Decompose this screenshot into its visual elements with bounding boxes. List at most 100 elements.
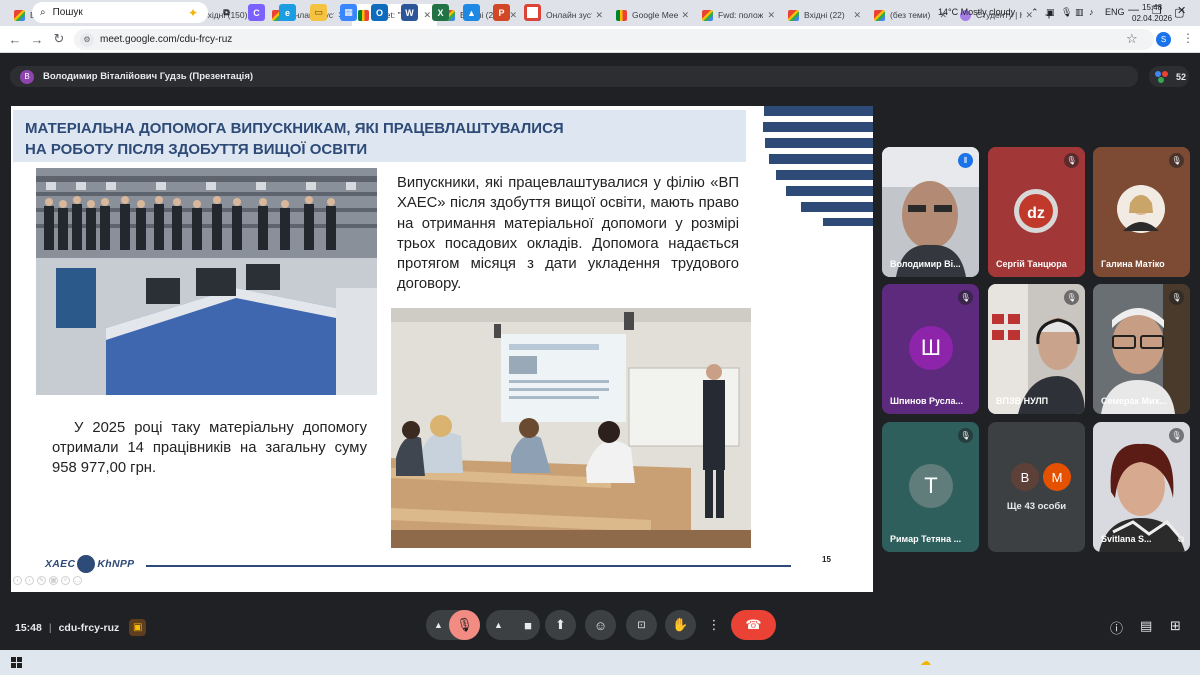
word-icon[interactable]: W	[401, 4, 418, 21]
profile-avatar[interactable]: S	[1156, 32, 1171, 47]
participant-name: Римар Тетяна ...	[890, 534, 962, 544]
participant-name: Svitlana S...	[1101, 534, 1152, 544]
mic-muted-icon: 🎙︎	[1169, 428, 1184, 443]
excel-icon[interactable]: X	[432, 4, 449, 21]
taskbar-search[interactable]: ⌕ Пошук ✦	[32, 2, 208, 23]
slide-paragraph-1: Випускники, які працевлаштувалися у філі…	[397, 175, 739, 293]
input-language[interactable]: ENG	[1105, 7, 1125, 17]
search-placeholder: Пошук	[52, 7, 83, 18]
participant-tile-6[interactable]: 🎙︎ Семерак Мих...	[1093, 284, 1190, 414]
close-tab-icon[interactable]: ✕	[767, 10, 775, 21]
start-button[interactable]	[0, 657, 32, 668]
lecture-room-photo	[391, 308, 751, 548]
participant-tile-more[interactable]: В М Ще 43 особи	[988, 422, 1085, 552]
task-view-icon[interactable]: ⧉	[218, 4, 235, 21]
close-tab-icon[interactable]: ✕	[595, 10, 603, 21]
browser-tab[interactable]: Google Mee ✕	[610, 4, 695, 26]
participant-tile-4[interactable]: Ш 🎙︎ Шпинов Руслa...	[882, 284, 979, 414]
speaking-indicator-icon: ⦀	[958, 153, 973, 168]
powerpoint-icon[interactable]: P	[493, 4, 510, 21]
close-tab-icon[interactable]: ✕	[681, 10, 689, 21]
taskbar-clock[interactable]: 15:48 02.04.2026	[1132, 2, 1172, 24]
store-icon[interactable]: ▦	[340, 4, 357, 21]
participant-name: Галина Матіко	[1101, 259, 1165, 269]
participant-name: Володимир Ві...	[890, 259, 961, 269]
slide-footer-logo: ХАЕС KhNPP	[45, 555, 134, 573]
participant-name: Сергій Танцюра	[996, 259, 1067, 269]
edge-icon[interactable]: e	[279, 4, 296, 21]
reload-icon[interactable]: ↻	[48, 31, 70, 47]
gmail-icon	[702, 9, 713, 21]
mic-muted-icon: 🎙︎	[958, 290, 973, 305]
presenter-avatar: В	[20, 69, 34, 84]
slide-next-icon[interactable]: ›	[25, 576, 34, 585]
close-tab-icon[interactable]: ✕	[423, 10, 431, 21]
mic-toggle-button[interactable]: 🎙︎	[449, 610, 480, 640]
network-icon[interactable]: ▥	[1075, 7, 1084, 18]
participant-tile-2[interactable]: dz 🎙︎ Сергій Танцюра	[988, 147, 1085, 277]
slide-grid-icon[interactable]: ▦	[49, 576, 58, 585]
captions-button[interactable]: ⊡	[626, 610, 657, 640]
camera-options-chevron-icon[interactable]: ▲	[494, 620, 503, 630]
more-options-button[interactable]: ⋮	[704, 610, 724, 640]
slide-zoom-icon[interactable]: ⌕	[61, 576, 70, 585]
meeting-details-icon[interactable]: ⓘ	[1110, 618, 1123, 637]
bookmark-star-icon[interactable]: ☆	[1126, 31, 1138, 47]
file-explorer-icon[interactable]: ▭	[310, 4, 327, 21]
browser-tab-label: (без теми)	[890, 10, 931, 20]
mic-options-chevron-icon[interactable]: ▲	[434, 620, 443, 630]
participant-tile-1[interactable]: ⦀ Володимир Ві...	[882, 147, 979, 277]
back-icon[interactable]: ←	[4, 32, 26, 47]
browser-tab[interactable]: Meet: "c ✕	[352, 4, 437, 26]
presenting-icon[interactable]: ▣	[129, 619, 147, 636]
chrome-icon[interactable]	[524, 4, 541, 21]
close-tab-icon[interactable]: ✕	[853, 10, 861, 21]
notifications-icon[interactable]: ▢	[1174, 6, 1184, 19]
browser-tab-label: Google Mee	[632, 10, 679, 20]
reactions-button[interactable]: ☺	[585, 610, 616, 640]
tray-overflow-icon[interactable]: ⌃	[1031, 7, 1039, 18]
logo-text-right: KhNPP	[97, 558, 135, 570]
camera-toggle-button[interactable]: ▲ ■	[486, 610, 540, 640]
chat-icon[interactable]: ▤	[1140, 618, 1152, 634]
logo-text-left: ХАЕС	[45, 558, 76, 570]
clock-date: 02.04.2026	[1132, 14, 1173, 23]
microphone-tray-icon[interactable]: 🎙︎	[1061, 7, 1072, 18]
slide-more-icon[interactable]: …	[73, 576, 82, 585]
meet-control-bar: 15:48 | cdu-frcy-ruz ▣ ▲ 🎙︎ ▲ ■ ⬆ ☺ ⊡ ✋ …	[0, 600, 1200, 650]
present-icon: ⬆	[555, 617, 566, 632]
browser-tab[interactable]: Вхідні (2 976 ✕	[438, 4, 523, 26]
browser-menu-icon[interactable]: ⋮	[1182, 31, 1194, 45]
slide-controls: ‹ › ✎ ▦ ⌕ …	[13, 576, 82, 585]
outlook-icon[interactable]: O	[371, 4, 388, 21]
participant-tile-9[interactable]: 🎙︎ Svitlana S... ⧉	[1093, 422, 1190, 552]
close-tab-icon[interactable]: ✕	[509, 10, 517, 21]
browser-tab[interactable]: Вхідні (22) ✕	[782, 4, 867, 26]
browser-tab[interactable]: Fwd: полож ✕	[696, 4, 781, 26]
slide-pen-icon[interactable]: ✎	[37, 576, 46, 585]
participant-tile-5[interactable]: 🎙︎ ВПЗВ НУЛП	[988, 284, 1085, 414]
activities-icon[interactable]: ⊞	[1170, 618, 1181, 634]
leave-call-button[interactable]: ☎	[731, 610, 776, 640]
copilot-icon[interactable]: C	[248, 4, 265, 21]
participant-tile-3[interactable]: 🎙︎ Галина Матіко	[1093, 147, 1190, 277]
pin-icon[interactable]: ⧉	[1178, 534, 1184, 545]
address-bar[interactable]: ⚙ meet.google.com/cdu-frcy-ruz	[74, 29, 1154, 50]
mic-muted-icon: 🎙︎	[1064, 290, 1079, 305]
participant-tile-7[interactable]: Т 🎙︎ Римар Тетяна ...	[882, 422, 979, 552]
search-icon: ⌕	[40, 7, 46, 18]
present-screen-button[interactable]: ⬆	[545, 610, 576, 640]
mic-muted-icon: 🎙︎	[1064, 153, 1079, 168]
forward-icon[interactable]: →	[26, 32, 48, 47]
site-info-icon[interactable]: ⚙	[80, 32, 94, 47]
volume-icon[interactable]: ♪	[1089, 7, 1094, 17]
participant-count-button[interactable]: 52	[1149, 66, 1189, 87]
weather-text[interactable]: 14°C Mostly cloudy	[938, 7, 1015, 17]
photos-icon[interactable]: ▲	[463, 4, 480, 21]
slide-prev-icon[interactable]: ‹	[13, 576, 22, 585]
windows-taskbar	[0, 650, 1200, 675]
clock-time: 15:48	[1142, 3, 1163, 12]
tray-app-icon[interactable]: ▣	[1046, 7, 1055, 18]
browser-tab-label: Онлайн зуст	[546, 10, 593, 20]
raise-hand-button[interactable]: ✋	[665, 610, 696, 640]
